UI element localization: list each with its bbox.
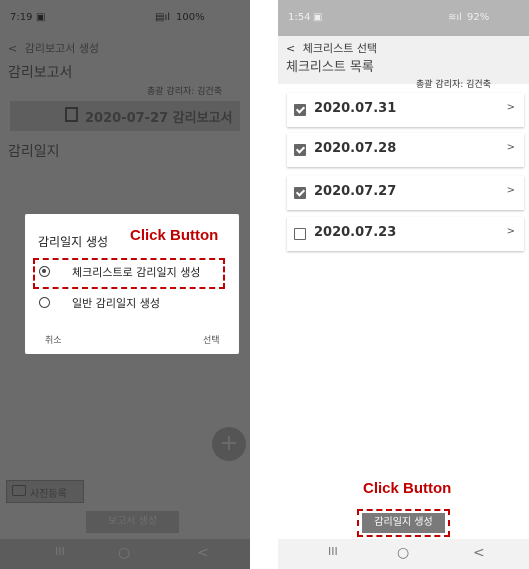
status-bar: 1:54 ▣ ≋ıl 92% — [278, 0, 529, 36]
navigation-bar: III ○ < — [0, 539, 250, 569]
home-icon[interactable]: ○ — [397, 545, 409, 561]
click-button-annotation: Click Button — [363, 480, 452, 497]
back-icon[interactable]: < — [473, 545, 485, 561]
status-time: 7:19 — [10, 12, 33, 23]
notification-icon: ▣ — [36, 12, 46, 23]
section-title: 감리보고서 — [8, 65, 73, 81]
photo-register-button[interactable]: 사진등록 — [6, 480, 84, 503]
create-log-dialog: 감리일지 생성 Click Button 체크리스트로 감리일지 생성 일반 감… — [25, 214, 239, 354]
supervisor-label: 총괄 감리자: 김건축 — [416, 80, 491, 90]
radio-selected-icon[interactable] — [39, 266, 50, 277]
wifi-signal-icon: ≋ıl — [448, 12, 462, 23]
section-title: 체크리스트 목록 — [286, 60, 374, 75]
right-phone-screen: 1:54 ▣ ≋ıl 92% < 체크리스트 선택 체크리스트 목록 총괄 감리… — [278, 0, 529, 569]
status-time: 1:54 — [288, 12, 311, 23]
checkbox-unchecked-icon[interactable] — [294, 228, 306, 240]
supervisor-label: 총괄 감리자: 김건축 — [147, 87, 222, 97]
cancel-button[interactable]: 취소 — [45, 333, 62, 346]
battery-level: 92% — [467, 12, 490, 23]
checkbox-checked-icon[interactable] — [294, 144, 306, 156]
chevron-right-icon: > — [506, 102, 515, 113]
create-report-button[interactable]: 보고서 생성 — [86, 511, 179, 533]
select-button[interactable]: 선택 — [203, 333, 220, 346]
chevron-right-icon: > — [506, 226, 515, 237]
checklist-row[interactable]: 2020.07.27 > — [287, 176, 524, 210]
checklist-date: 2020.07.27 — [314, 184, 397, 199]
back-arrow-icon[interactable]: < — [286, 42, 295, 55]
report-title: 2020-07-27 감리보고서 — [85, 111, 233, 126]
back-arrow-icon[interactable]: < — [8, 42, 17, 55]
document-icon — [65, 107, 78, 122]
notification-icon: ▣ — [313, 12, 323, 23]
signal-icon: ▤ıl — [155, 12, 171, 23]
recent-apps-icon[interactable]: III — [55, 545, 65, 558]
chevron-right-icon: > — [506, 185, 515, 196]
home-icon[interactable]: ○ — [118, 545, 130, 561]
back-icon[interactable]: < — [197, 545, 209, 561]
checkbox-checked-icon[interactable] — [294, 104, 306, 116]
camera-icon — [12, 485, 26, 496]
add-fab-button[interactable]: + — [212, 427, 246, 461]
navigation-bar: III ○ < — [278, 539, 529, 569]
log-title: 감리일지 — [8, 144, 60, 160]
recent-apps-icon[interactable]: III — [328, 545, 338, 558]
back-nav[interactable]: < 체크리스트 선택 — [286, 40, 377, 56]
photo-register-label: 사진등록 — [30, 489, 67, 500]
create-log-button[interactable]: 감리일지 생성 — [362, 513, 445, 533]
checklist-row[interactable]: 2020.07.31 > — [287, 93, 524, 127]
option-label: 일반 감리일지 생성 — [72, 297, 160, 310]
report-header-bar[interactable]: 2020-07-27 감리보고서 — [10, 101, 240, 131]
option-label: 체크리스트로 감리일지 생성 — [72, 266, 201, 279]
click-button-annotation: Click Button — [130, 227, 219, 244]
checklist-date: 2020.07.28 — [314, 141, 397, 156]
checklist-date: 2020.07.23 — [314, 225, 397, 240]
radio-unselected-icon[interactable] — [39, 297, 50, 308]
checklist-row[interactable]: 2020.07.28 > — [287, 133, 524, 167]
chevron-right-icon: > — [506, 142, 515, 153]
status-bar: 7:19 ▣ ▤ıl 100% — [0, 0, 250, 36]
dialog-title: 감리일지 생성 — [38, 235, 109, 249]
screen-title: 감리보고서 생성 — [24, 42, 100, 55]
option-checklist[interactable]: 체크리스트로 감리일지 생성 — [38, 262, 223, 282]
checklist-row[interactable]: 2020.07.23 > — [287, 217, 524, 251]
checkbox-checked-icon[interactable] — [294, 187, 306, 199]
left-phone-screen: 7:19 ▣ ▤ıl 100% < 감리보고서 생성 감리보고서 총괄 감리자:… — [0, 0, 250, 569]
option-general[interactable]: 일반 감리일지 생성 — [38, 293, 223, 313]
screen-title: 체크리스트 선택 — [302, 42, 378, 55]
battery-level: 100% — [176, 12, 205, 23]
checklist-date: 2020.07.31 — [314, 101, 397, 116]
back-nav[interactable]: < 감리보고서 생성 — [8, 40, 99, 56]
